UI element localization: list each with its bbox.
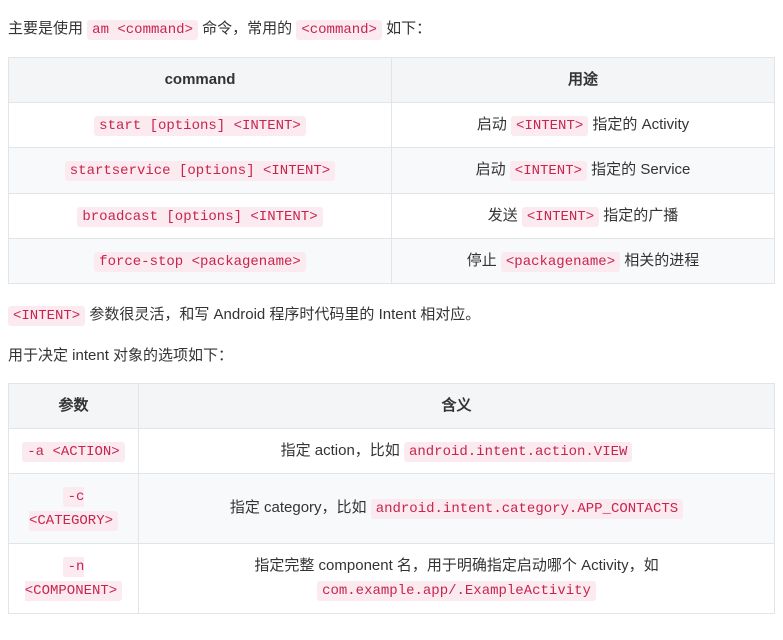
command-code: startservice [options] <INTENT> bbox=[65, 161, 335, 181]
command-code: force-stop <packagename> bbox=[94, 252, 306, 272]
intro-text: 命令，常用的 bbox=[198, 20, 296, 37]
intent-code: <INTENT> bbox=[8, 306, 85, 326]
meaning-code: android.intent.category.APP_CONTACTS bbox=[371, 499, 683, 519]
usage-text: 启动 bbox=[476, 161, 510, 178]
usage-text: 停止 bbox=[467, 252, 501, 269]
meaning-cell: 指定 action，比如 android.intent.action.VIEW bbox=[139, 428, 775, 473]
table-row: -c <CATEGORY> 指定 category，比如 android.inte… bbox=[9, 474, 775, 544]
usage-cell: 启动 <INTENT> 指定的 Activity bbox=[392, 102, 775, 147]
usage-code: <INTENT> bbox=[522, 207, 599, 227]
meaning-code: android.intent.action.VIEW bbox=[404, 442, 632, 462]
meaning-text: 指定完整 component 名，用于明确指定启动哪个 Activity，如 bbox=[254, 557, 658, 574]
table-header-usage: 用途 bbox=[392, 57, 775, 102]
param-code: -a <ACTION> bbox=[22, 442, 124, 462]
intro-code-command: <command> bbox=[296, 20, 382, 40]
param-code: -n <COMPONENT> bbox=[25, 557, 122, 601]
usage-cell: 停止 <packagename> 相关的进程 bbox=[392, 238, 775, 283]
command-cell: force-stop <packagename> bbox=[9, 238, 392, 283]
usage-cell: 发送 <INTENT> 指定的广播 bbox=[392, 193, 775, 238]
param-cell: -c <CATEGORY> bbox=[9, 474, 139, 544]
command-code: start [options] <INTENT> bbox=[94, 116, 306, 136]
param-code: -c <CATEGORY> bbox=[29, 487, 118, 531]
intent-paragraph: <INTENT> 参数很灵活，和写 Android 程序时代码里的 Intent… bbox=[8, 302, 775, 329]
command-cell: startservice [options] <INTENT> bbox=[9, 148, 392, 193]
usage-text: 指定的 Service bbox=[587, 161, 690, 178]
intro-text: 如下： bbox=[382, 20, 431, 37]
table-row: startservice [options] <INTENT> 启动 <INTEN… bbox=[9, 148, 775, 193]
meaning-code: com.example.app/.ExampleActivity bbox=[317, 581, 596, 601]
options-intro-paragraph: 用于决定 intent 对象的选项如下： bbox=[8, 343, 775, 369]
usage-cell: 启动 <INTENT> 指定的 Service bbox=[392, 148, 775, 193]
usage-text: 启动 bbox=[477, 116, 511, 133]
usage-text: 指定的 Activity bbox=[588, 116, 689, 133]
param-cell: -a <ACTION> bbox=[9, 428, 139, 473]
command-code: broadcast [options] <INTENT> bbox=[77, 207, 322, 227]
usage-code: <packagename> bbox=[501, 252, 620, 272]
command-cell: start [options] <INTENT> bbox=[9, 102, 392, 147]
table-row: force-stop <packagename> 停止 <packagename>… bbox=[9, 238, 775, 283]
usage-text: 发送 bbox=[488, 207, 522, 224]
options-intro-text: 用于决定 intent 对象的选项如下： bbox=[8, 347, 233, 364]
meaning-text: 指定 category，比如 bbox=[230, 499, 371, 516]
usage-code: <INTENT> bbox=[511, 116, 588, 136]
usage-text: 指定的广播 bbox=[599, 207, 678, 224]
intro-text: 主要是使用 bbox=[8, 20, 87, 37]
table-header-command: command bbox=[9, 57, 392, 102]
options-table: 参数 含义 -a <ACTION> 指定 action，比如 android.in… bbox=[8, 383, 775, 614]
usage-text: 相关的进程 bbox=[620, 252, 699, 269]
intro-code-am: am <command> bbox=[87, 20, 198, 40]
table-header-param: 参数 bbox=[9, 383, 139, 428]
meaning-text: 指定 action，比如 bbox=[281, 442, 404, 459]
table-header-meaning: 含义 bbox=[139, 383, 775, 428]
command-cell: broadcast [options] <INTENT> bbox=[9, 193, 392, 238]
intro-paragraph: 主要是使用 am <command> 命令，常用的 <command> 如下： bbox=[8, 16, 775, 43]
table-row: start [options] <INTENT> 启动 <INTENT> 指定的 … bbox=[9, 102, 775, 147]
intent-text: 参数很灵活，和写 Android 程序时代码里的 Intent 相对应。 bbox=[85, 306, 480, 323]
meaning-cell: 指定 category，比如 android.intent.category.A… bbox=[139, 474, 775, 544]
command-table: command 用途 start [options] <INTENT> 启动 <I… bbox=[8, 57, 775, 285]
table-row: -a <ACTION> 指定 action，比如 android.intent.a… bbox=[9, 428, 775, 473]
usage-code: <INTENT> bbox=[510, 161, 587, 181]
table-row: broadcast [options] <INTENT> 发送 <INTENT> … bbox=[9, 193, 775, 238]
